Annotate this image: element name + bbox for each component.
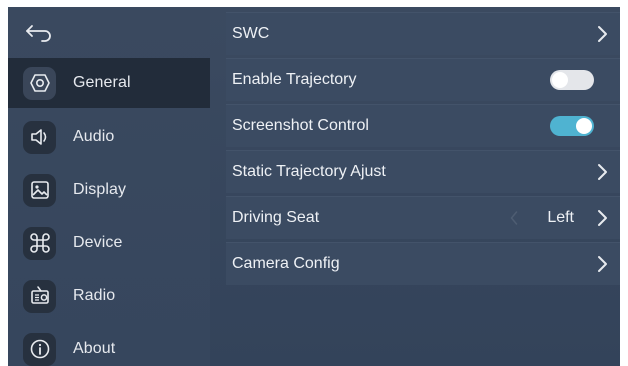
setting-row-driving-seat: Driving Seat Left [226,196,620,239]
sidebar-item-about[interactable]: About [8,324,210,366]
toggle-knob [576,118,592,134]
screenshot-control-toggle[interactable] [550,116,594,136]
sidebar-item-label: About [73,340,116,357]
setting-row-swc[interactable]: SWC [226,12,620,55]
setting-label: Enable Trajectory [232,71,357,88]
sidebar-item-radio[interactable]: Radio [8,271,210,321]
settings-screen: General Audio Display Device Radio About… [8,7,620,366]
sidebar-item-label: General [73,74,131,91]
sidebar-item-audio[interactable]: Audio [8,112,210,162]
sidebar-item-label: Display [73,181,127,198]
chevron-right-icon [598,256,607,272]
setting-label: Camera Config [232,255,340,272]
image-icon [23,173,56,207]
driving-seat-value: Left [547,209,574,226]
toggle-knob [552,72,568,88]
sidebar: General Audio Display Device Radio About [8,7,210,366]
setting-row-screenshot-control: Screenshot Control [226,104,620,147]
setting-label: Static Trajectory Ajust [232,163,386,180]
sidebar-item-label: Device [73,234,123,251]
radio-icon [23,279,56,313]
sidebar-item-device[interactable]: Device [8,218,210,268]
sidebar-item-label: Radio [73,287,116,304]
back-arrow-icon [26,25,51,42]
chevron-right-icon [598,26,607,42]
setting-row-camera-config[interactable]: Camera Config [226,242,620,285]
chevron-right-icon [598,164,607,180]
general-icon [23,66,56,100]
sidebar-item-general[interactable]: General [8,58,210,108]
info-icon [23,332,56,366]
command-icon [23,226,56,260]
setting-label: Screenshot Control [232,117,369,134]
setting-row-static-trajectory[interactable]: Static Trajectory Ajust [226,150,620,193]
sidebar-item-label: Audio [73,128,115,145]
sidebar-item-display[interactable]: Display [8,165,210,215]
setting-label: SWC [232,25,270,42]
enable-trajectory-toggle[interactable] [550,70,594,90]
speaker-icon [23,120,56,154]
chevron-right-icon[interactable] [596,209,608,227]
back-button[interactable] [24,21,54,47]
chevron-left-icon[interactable] [510,211,518,225]
setting-label: Driving Seat [232,209,320,226]
setting-row-enable-trajectory: Enable Trajectory [226,58,620,101]
